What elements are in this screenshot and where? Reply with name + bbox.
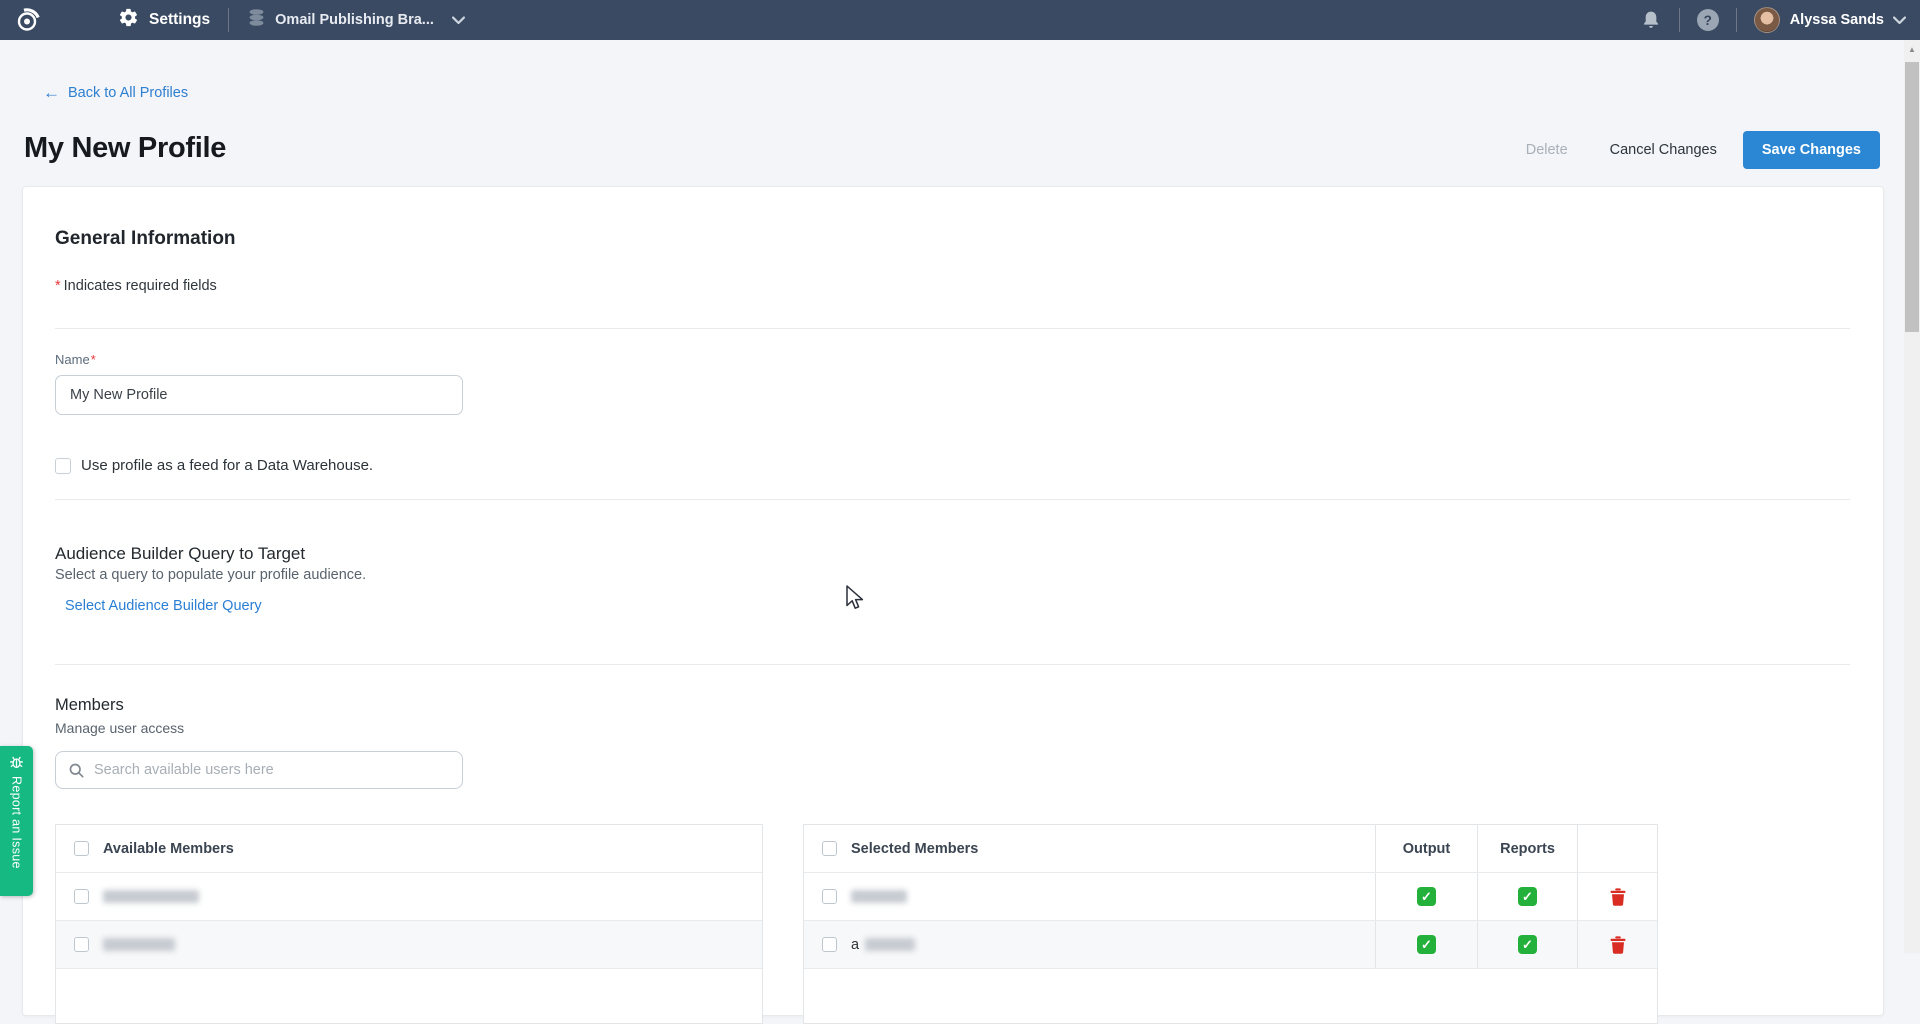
back-to-profiles-link[interactable]: ← Back to All Profiles [43,84,188,101]
avatar [1754,7,1780,33]
select-all-available-checkbox[interactable] [74,841,89,856]
member-checkbox[interactable] [74,889,89,904]
output-enabled-toggle[interactable]: ✓ [1417,887,1436,906]
nav-divider [1679,8,1680,32]
nav-settings-label: Settings [149,11,210,29]
available-members-header: Available Members [103,841,234,857]
top-navbar: Settings Omail Publishing Bra... [0,0,1920,40]
name-field-label: Name* [55,352,96,367]
menu-hamburger-icon[interactable] [66,0,90,40]
brand-dropdown-label: Omail Publishing Bra... [275,12,434,28]
table-row[interactable] [56,921,762,969]
members-search [55,751,463,789]
chevron-down-icon [452,16,465,25]
actions-column-header [1577,825,1657,872]
profile-form-card: General Information *Indicates required … [22,186,1884,1016]
trash-icon [1610,888,1626,906]
required-fields-note: *Indicates required fields [55,278,217,294]
nav-settings[interactable]: Settings [118,0,210,40]
select-audience-query-link[interactable]: Select Audience Builder Query [65,598,262,614]
selected-members-header: Selected Members [851,841,978,857]
required-asterisk: * [55,278,61,294]
members-subtext: Manage user access [55,720,184,736]
output-enabled-toggle[interactable]: ✓ [1417,935,1436,954]
brand-dropdown[interactable]: Omail Publishing Bra... [247,0,465,40]
report-an-issue-tab[interactable]: Report an Issue [0,746,33,896]
page-title: My New Profile [24,132,226,165]
search-icon [68,762,85,779]
back-link-label: Back to All Profiles [68,85,188,101]
remove-member-button[interactable] [1610,888,1626,906]
redacted-member-name [103,890,199,903]
member-name-prefix: a [851,937,859,953]
nav-divider [1736,8,1737,32]
omeda-logo-icon[interactable] [14,7,40,33]
section-divider [55,499,1850,500]
user-name: Alyssa Sands [1790,12,1884,28]
vertical-scrollbar[interactable]: ▲ [1904,40,1920,953]
remove-member-button[interactable] [1610,936,1626,954]
audience-builder-subtext: Select a query to populate your profile … [55,567,366,583]
trash-icon [1610,936,1626,954]
save-changes-button[interactable]: Save Changes [1743,131,1880,169]
header-actions: Delete Cancel Changes Save Changes [1510,130,1880,170]
table-row[interactable]: a ✓ ✓ [804,921,1657,969]
reports-column-header: Reports [1477,825,1577,872]
selected-members-table: Selected Members Output Reports ✓ ✓ [803,824,1658,1024]
redacted-member-name [865,938,915,951]
member-checkbox[interactable] [822,937,837,952]
cancel-changes-button[interactable]: Cancel Changes [1594,132,1733,168]
redacted-member-name [851,890,907,903]
audience-builder-heading: Audience Builder Query to Target [55,544,305,564]
member-checkbox[interactable] [74,937,89,952]
selected-members-header-row: Selected Members Output Reports [804,825,1657,873]
redacted-member-name [103,938,175,951]
reports-enabled-toggle[interactable]: ✓ [1518,935,1537,954]
member-checkbox[interactable] [822,889,837,904]
general-information-heading: General Information [55,228,236,250]
members-search-input[interactable] [94,762,450,778]
reports-enabled-toggle[interactable]: ✓ [1518,887,1537,906]
table-row[interactable] [56,873,762,921]
data-warehouse-checkbox-label: Use profile as a feed for a Data Warehou… [81,457,373,474]
help-icon[interactable]: ? [1697,9,1719,31]
members-heading: Members [55,696,124,715]
bug-icon [8,753,25,770]
section-divider [55,328,1850,329]
database-icon [247,8,266,32]
section-divider [55,664,1850,665]
user-menu[interactable]: Alyssa Sands [1754,0,1906,40]
output-column-header: Output [1375,825,1477,872]
data-warehouse-checkbox[interactable] [55,458,71,474]
scrollbar-thumb[interactable] [1905,62,1919,332]
available-members-table: Available Members [55,824,763,1024]
select-all-selected-checkbox[interactable] [822,841,837,856]
gear-icon [118,7,139,33]
back-arrow-icon: ← [43,84,60,101]
delete-button[interactable]: Delete [1510,132,1584,168]
chevron-down-icon [1893,16,1906,25]
table-row[interactable]: ✓ ✓ [804,873,1657,921]
notifications-bell-icon[interactable] [1640,0,1662,40]
data-warehouse-checkbox-row: Use profile as a feed for a Data Warehou… [55,457,373,474]
profile-name-input[interactable] [55,375,463,415]
available-members-header-row: Available Members [56,825,762,873]
report-an-issue-label: Report an Issue [10,776,24,869]
nav-divider [228,8,229,32]
scrollbar-up-arrow[interactable]: ▲ [1904,45,1920,54]
